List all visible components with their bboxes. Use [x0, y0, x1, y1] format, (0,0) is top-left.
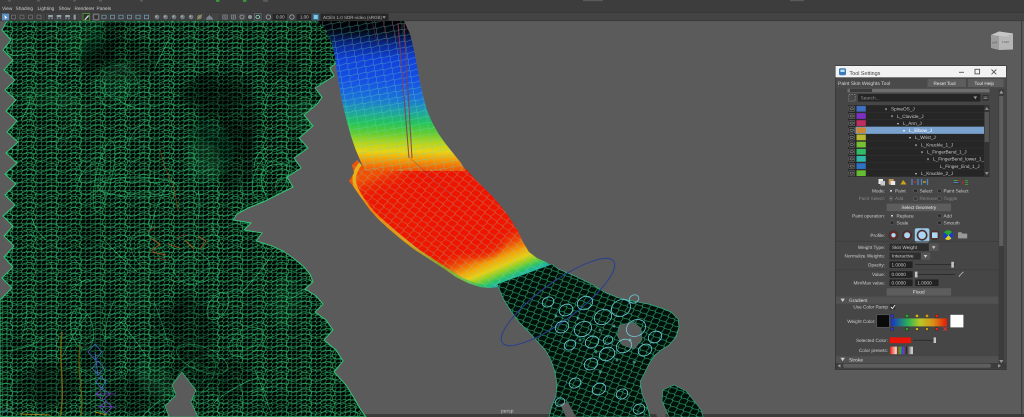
svg-text:Mode:: Mode:	[872, 189, 885, 194]
svg-text:View: View	[2, 6, 13, 12]
svg-text:▾: ▾	[927, 157, 929, 162]
svg-text:L_FingerBend_1_J: L_FingerBend_1_J	[927, 150, 967, 155]
svg-text:Paint Select:: Paint Select:	[859, 196, 885, 201]
svg-text:Value:: Value:	[872, 272, 885, 277]
svg-text:Reset Tool: Reset Tool	[934, 81, 956, 86]
svg-text:SpineOS_J: SpineOS_J	[891, 107, 915, 112]
svg-text:Use Color Ramp: Use Color Ramp	[853, 305, 888, 310]
svg-text:Flood: Flood	[913, 290, 925, 295]
svg-text:Remove: Remove	[920, 196, 938, 201]
svg-text:L_Clavicle_J: L_Clavicle_J	[897, 114, 924, 119]
svg-text:L_Knuckle_2_J: L_Knuckle_2_J	[921, 171, 953, 176]
svg-text:▾: ▾	[897, 121, 899, 126]
svg-text:1.00: 1.00	[300, 15, 309, 20]
svg-text:0.0000: 0.0000	[892, 272, 907, 277]
svg-text:Weight Color:: Weight Color:	[847, 319, 875, 324]
svg-text:Opacity:: Opacity:	[868, 262, 885, 267]
svg-text:L_Elbow_J: L_Elbow_J	[909, 128, 932, 133]
svg-text:Interactive: Interactive	[892, 254, 914, 259]
svg-text:1.0000: 1.0000	[892, 262, 907, 267]
svg-text:L_Knuckle_1_J: L_Knuckle_1_J	[921, 142, 953, 147]
svg-text:L_FingerBend_lower_1_J: L_FingerBend_lower_1_J	[933, 157, 986, 162]
svg-text:▾: ▾	[903, 128, 905, 133]
svg-text:Normalize Weights:: Normalize Weights:	[844, 254, 885, 259]
svg-text:Search...: Search...	[861, 96, 880, 102]
svg-text:Lighting: Lighting	[38, 6, 55, 12]
svg-text:▾: ▾	[909, 135, 911, 140]
svg-text:Weight Type:: Weight Type:	[858, 245, 885, 250]
svg-text:ACES 1.0 SDR-video (sRGB): ACES 1.0 SDR-video (sRGB)	[323, 15, 383, 20]
svg-text:▾: ▾	[891, 114, 893, 119]
svg-text:Paint Select: Paint Select	[944, 189, 970, 194]
svg-text:Skin Weight: Skin Weight	[892, 245, 918, 250]
svg-text:▾: ▾	[885, 107, 887, 112]
svg-text:Gradient: Gradient	[849, 298, 868, 304]
svg-text:Add: Add	[944, 214, 953, 219]
svg-text:Front: Front	[1002, 40, 1009, 44]
svg-text:▾: ▾	[915, 171, 917, 176]
svg-text:L_Arm_J: L_Arm_J	[903, 121, 922, 126]
svg-text:Paint: Paint	[895, 189, 906, 194]
svg-text:L_Wrist_J: L_Wrist_J	[915, 135, 936, 140]
svg-text:Min/Max value:: Min/Max value:	[853, 280, 885, 285]
svg-text:0.0000: 0.0000	[892, 280, 907, 285]
svg-text:1.0000: 1.0000	[917, 280, 932, 285]
svg-text:persp: persp	[501, 409, 514, 415]
svg-text:Left: Left	[992, 41, 997, 45]
svg-text:Selected Color:: Selected Color:	[856, 338, 888, 343]
svg-text:Profile:: Profile:	[870, 233, 885, 238]
svg-text:Scale: Scale	[897, 221, 909, 226]
svg-text:Color presets:: Color presets:	[859, 348, 888, 353]
svg-text:Show: Show	[59, 6, 72, 12]
svg-text:Tool Help: Tool Help	[975, 81, 995, 86]
svg-text:Add: Add	[895, 196, 904, 201]
svg-text:Toggle: Toggle	[944, 196, 958, 201]
svg-text:Tool Settings: Tool Settings	[850, 71, 881, 77]
svg-text:Renderer: Renderer	[75, 6, 95, 12]
svg-text:L_Finger_End_1_J: L_Finger_End_1_J	[940, 164, 980, 169]
svg-text:Paint operation:: Paint operation:	[852, 214, 885, 219]
svg-text:▾: ▾	[915, 142, 917, 147]
svg-text:0.00: 0.00	[276, 15, 285, 20]
svg-text:▾: ▾	[921, 150, 923, 155]
svg-text:Shading: Shading	[16, 6, 34, 12]
svg-text:Replace: Replace	[897, 214, 915, 219]
svg-text:Paint Skin Weights Tool: Paint Skin Weights Tool	[838, 81, 890, 87]
svg-text:Stroke: Stroke	[849, 357, 863, 363]
svg-text:Select: Select	[920, 189, 934, 194]
svg-text:Panels: Panels	[97, 6, 112, 12]
svg-text:Smooth: Smooth	[944, 221, 961, 226]
svg-text:Select Geometry: Select Geometry	[901, 205, 937, 210]
